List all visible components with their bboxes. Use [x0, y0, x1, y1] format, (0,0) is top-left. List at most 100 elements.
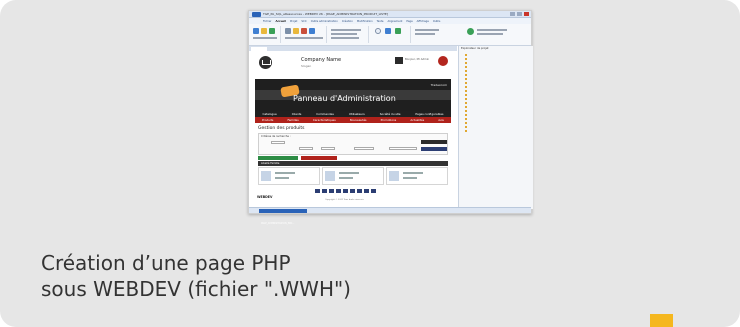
folder-icon: [465, 106, 467, 109]
banner-title: Panneau d'Administration: [293, 94, 396, 103]
folder-icon: [465, 94, 467, 97]
folder-icon: [465, 90, 467, 93]
product-line: [403, 172, 423, 174]
window-controls: [510, 12, 529, 16]
minimize-icon: [510, 12, 515, 16]
slogan: Slogan: [301, 64, 312, 68]
tree-row: [465, 62, 467, 65]
window-title: TGE_PA_SQL_eRessources - WEBDEV 26 - [PA…: [263, 12, 388, 16]
folder-icon: [465, 70, 467, 73]
folder-icon: [465, 122, 467, 125]
nav-item: Clients: [291, 112, 302, 116]
tree-row: [465, 122, 467, 125]
tree-row: [465, 70, 467, 73]
pager-button: [350, 189, 355, 193]
add-product-button: [258, 156, 298, 160]
ribbon-tab: Accueil: [275, 19, 286, 23]
admin-banner: Tradexcom Panneau d'Administration: [255, 79, 451, 111]
report-icon: [301, 28, 307, 34]
folder-icon: [465, 78, 467, 81]
subnav-item: Nouveautés: [349, 118, 367, 122]
criteria-title: Critères de recherche :: [261, 135, 291, 138]
subnav-item: Avis: [438, 118, 444, 122]
product-line: [403, 177, 417, 179]
site-header: Company Name Slogan Bonjour, Mr Admin: [255, 53, 451, 79]
price-to-field: [321, 147, 335, 150]
keyword-field: [389, 147, 417, 150]
ribbon-label: [331, 37, 359, 39]
site-preview: Company Name Slogan Bonjour, Mr Admin Tr…: [255, 53, 451, 205]
folder-icon: [465, 130, 467, 133]
ribbon-label: [253, 37, 277, 39]
tree-row: [465, 58, 467, 61]
ribbon-group: [371, 26, 411, 43]
nav-item: Catalogue: [262, 112, 277, 116]
price-from-field: [299, 147, 313, 150]
folder-icon: [465, 86, 467, 89]
folder-icon: [465, 110, 467, 113]
folder-icon: [465, 58, 467, 61]
subnav-item: Actualités: [410, 118, 425, 122]
run-icon: [385, 28, 391, 34]
folder-icon: [465, 66, 467, 69]
tree-row: [465, 114, 467, 117]
tree-row: [465, 126, 467, 129]
ribbon-label: [477, 29, 507, 31]
subnav-item: Caractéristiques: [312, 118, 336, 122]
ribbon-tab: Outils administration: [310, 19, 338, 23]
maximize-icon: [517, 12, 522, 16]
ribbon-tab: Fichier: [263, 19, 272, 23]
webdev-screenshot[interactable]: TGE_PA_SQL_eRessources - WEBDEV 26 - [PA…: [248, 10, 533, 225]
folder-icon: [465, 62, 467, 65]
page-editor: Company Name Slogan Bonjour, Mr Admin Tr…: [249, 51, 457, 209]
tree-row: [465, 94, 467, 97]
ribbon-group: [251, 26, 281, 43]
nav-item: Utilisateurs: [348, 112, 365, 116]
project-explorer: Explorateur de projet: [458, 46, 533, 209]
product-card: [322, 167, 384, 185]
window-titlebar: TGE_PA_SQL_eRessources - WEBDEV 26 - [PA…: [249, 11, 531, 18]
list-header: Libellé Famille: [258, 161, 448, 166]
pager-button: [357, 189, 362, 193]
tree-row: [465, 130, 467, 133]
footer-text: Copyright © 2021 Tous droits réservés: [325, 199, 364, 201]
folder-icon: [465, 82, 467, 85]
power-icon: [438, 56, 448, 66]
deploy-icon: [395, 28, 401, 34]
ribbon-tab: Modification: [356, 19, 373, 23]
folder-icon: [293, 28, 299, 34]
tree-row: [465, 98, 467, 101]
pager: [315, 189, 376, 193]
nav-item: Société du site: [379, 112, 401, 116]
ribbon-tab: Alignement: [387, 19, 403, 23]
taskbar-tab: PAGE_ADMINISTRATION_PRO...: [259, 209, 307, 225]
ribbon-tab: Page: [406, 19, 413, 23]
ribbon-tab: Création: [341, 19, 353, 23]
folder-icon: [465, 114, 467, 117]
login-arrow-icon: [395, 57, 403, 64]
product-line: [275, 172, 295, 174]
nav-item: Commandes: [316, 112, 334, 116]
ribbon-tab: Texte: [376, 19, 384, 23]
folder-icon: [465, 102, 467, 105]
taskbar-tab-label: PAGE_ADMINISTRATION_PRO...: [261, 222, 295, 225]
product-thumbnail: [261, 171, 271, 181]
footer-logo: WEBDEV: [257, 195, 273, 199]
tree-row: [465, 78, 467, 81]
tree-row: [465, 82, 467, 85]
element-icon: [309, 28, 315, 34]
tree-row: [465, 66, 467, 69]
new-icon: [253, 28, 259, 34]
subnav-item: Produits: [262, 118, 274, 122]
explorer-title: Explorateur de projet: [461, 47, 489, 50]
card: TGE_PA_SQL_eRessources - WEBDEV 26 - [PA…: [0, 0, 740, 327]
pager-button: [336, 189, 341, 193]
pager-button: [322, 189, 327, 193]
tree-row: [465, 118, 467, 121]
product-line: [275, 177, 289, 179]
open-icon: [261, 28, 267, 34]
cart-icon: [259, 56, 272, 69]
reference-field: [354, 147, 374, 150]
ribbon-toolbar: [249, 24, 531, 46]
save-icon: [269, 28, 275, 34]
